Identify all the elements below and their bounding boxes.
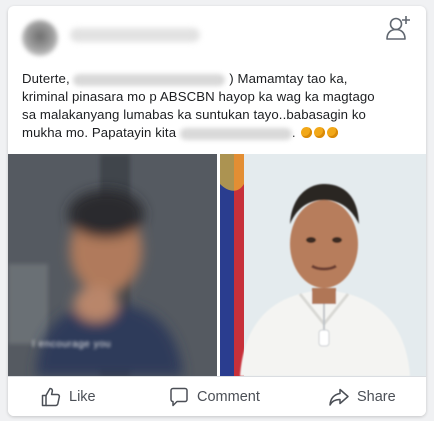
thumbs-up-icon	[41, 387, 61, 407]
fist-emoji-icon	[301, 127, 313, 138]
comment-button[interactable]: Comment	[168, 377, 260, 416]
post-card: Duterte, ) Mamamtay tao ka, kriminal pin…	[8, 6, 426, 416]
left-image-blurred-person[interactable]: I encourage you	[8, 154, 217, 376]
post-header	[8, 6, 426, 68]
post-line: Duterte, ) Mamamtay tao ka,	[22, 71, 348, 86]
redacted-blur	[73, 73, 226, 86]
post-line: kriminal pinasara mo p ABSCBN hayop ka w…	[22, 89, 375, 104]
like-label: Like	[69, 389, 96, 405]
comment-bubble-icon	[170, 387, 188, 407]
add-friend-icon[interactable]	[384, 12, 414, 42]
share-button[interactable]: Share	[328, 377, 396, 416]
post-images[interactable]: I encourage you	[8, 154, 426, 376]
avatar[interactable]	[22, 20, 58, 56]
comment-label: Comment	[197, 389, 260, 405]
share-label: Share	[357, 389, 396, 405]
image-caption-blurred: I encourage you	[32, 339, 112, 350]
author-name-blurred[interactable]	[70, 28, 200, 42]
post-line: mukha mo. Papatayin kita .	[22, 124, 414, 142]
post-text: Duterte, ) Mamamtay tao ka, kriminal pin…	[22, 70, 414, 142]
like-button[interactable]: Like	[40, 377, 96, 416]
fist-emoji-icon	[327, 127, 339, 138]
fist-emoji-icon	[314, 127, 326, 138]
post-action-bar: Like Comment Share	[8, 376, 426, 416]
right-image-speaker[interactable]	[220, 154, 426, 376]
post-line: sa malakanyang lumabas ka suntukan tayo.…	[22, 107, 366, 122]
share-arrow-icon	[329, 388, 349, 406]
redacted-blur	[179, 127, 292, 140]
